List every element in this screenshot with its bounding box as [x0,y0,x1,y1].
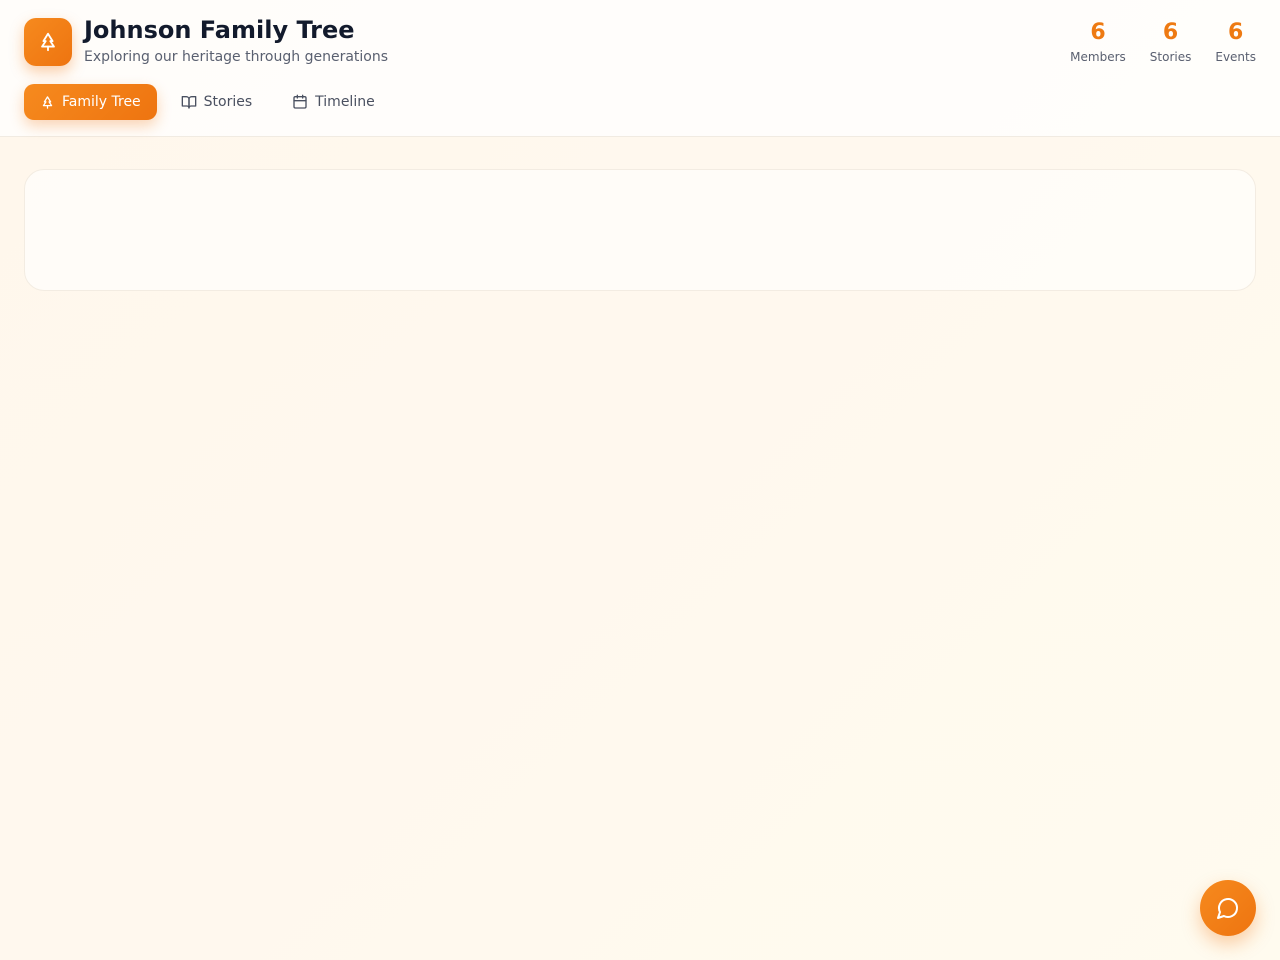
stat-events-value: 6 [1228,20,1244,45]
stat-members-value: 6 [1090,20,1106,45]
tab-timeline-label: Timeline [315,94,375,110]
tab-family-tree[interactable]: Family Tree [24,84,157,120]
stat-events: 6 Events [1215,20,1256,64]
tab-stories[interactable]: Stories [165,84,269,120]
page-subtitle: Exploring our heritage through generatio… [84,49,389,65]
app-header: Johnson Family Tree Exploring our herita… [0,0,1280,137]
tree-icon [42,95,53,109]
book-icon [181,96,197,109]
stat-stories: 6 Stories [1150,20,1192,64]
family-tree-panel [24,169,1256,291]
stat-members: 6 Members [1070,20,1126,64]
chat-button[interactable] [1200,880,1256,936]
stat-members-label: Members [1070,50,1126,64]
tab-timeline[interactable]: Timeline [276,84,391,120]
page-title: Johnson Family Tree [84,16,355,44]
tree-icon [41,32,55,52]
calendar-icon [293,94,307,109]
tab-family-tree-label: Family Tree [62,94,141,110]
stat-events-label: Events [1215,50,1256,64]
tab-stories-label: Stories [203,94,253,110]
chat-bubble-icon [1217,898,1238,919]
stat-stories-value: 6 [1162,20,1179,45]
app-logo [24,18,72,66]
main-tabs: Family Tree Stories Timeline [24,84,391,120]
stats-summary: 6 Members 6 Stories 6 Events [1070,20,1256,64]
stat-stories-label: Stories [1149,50,1192,64]
